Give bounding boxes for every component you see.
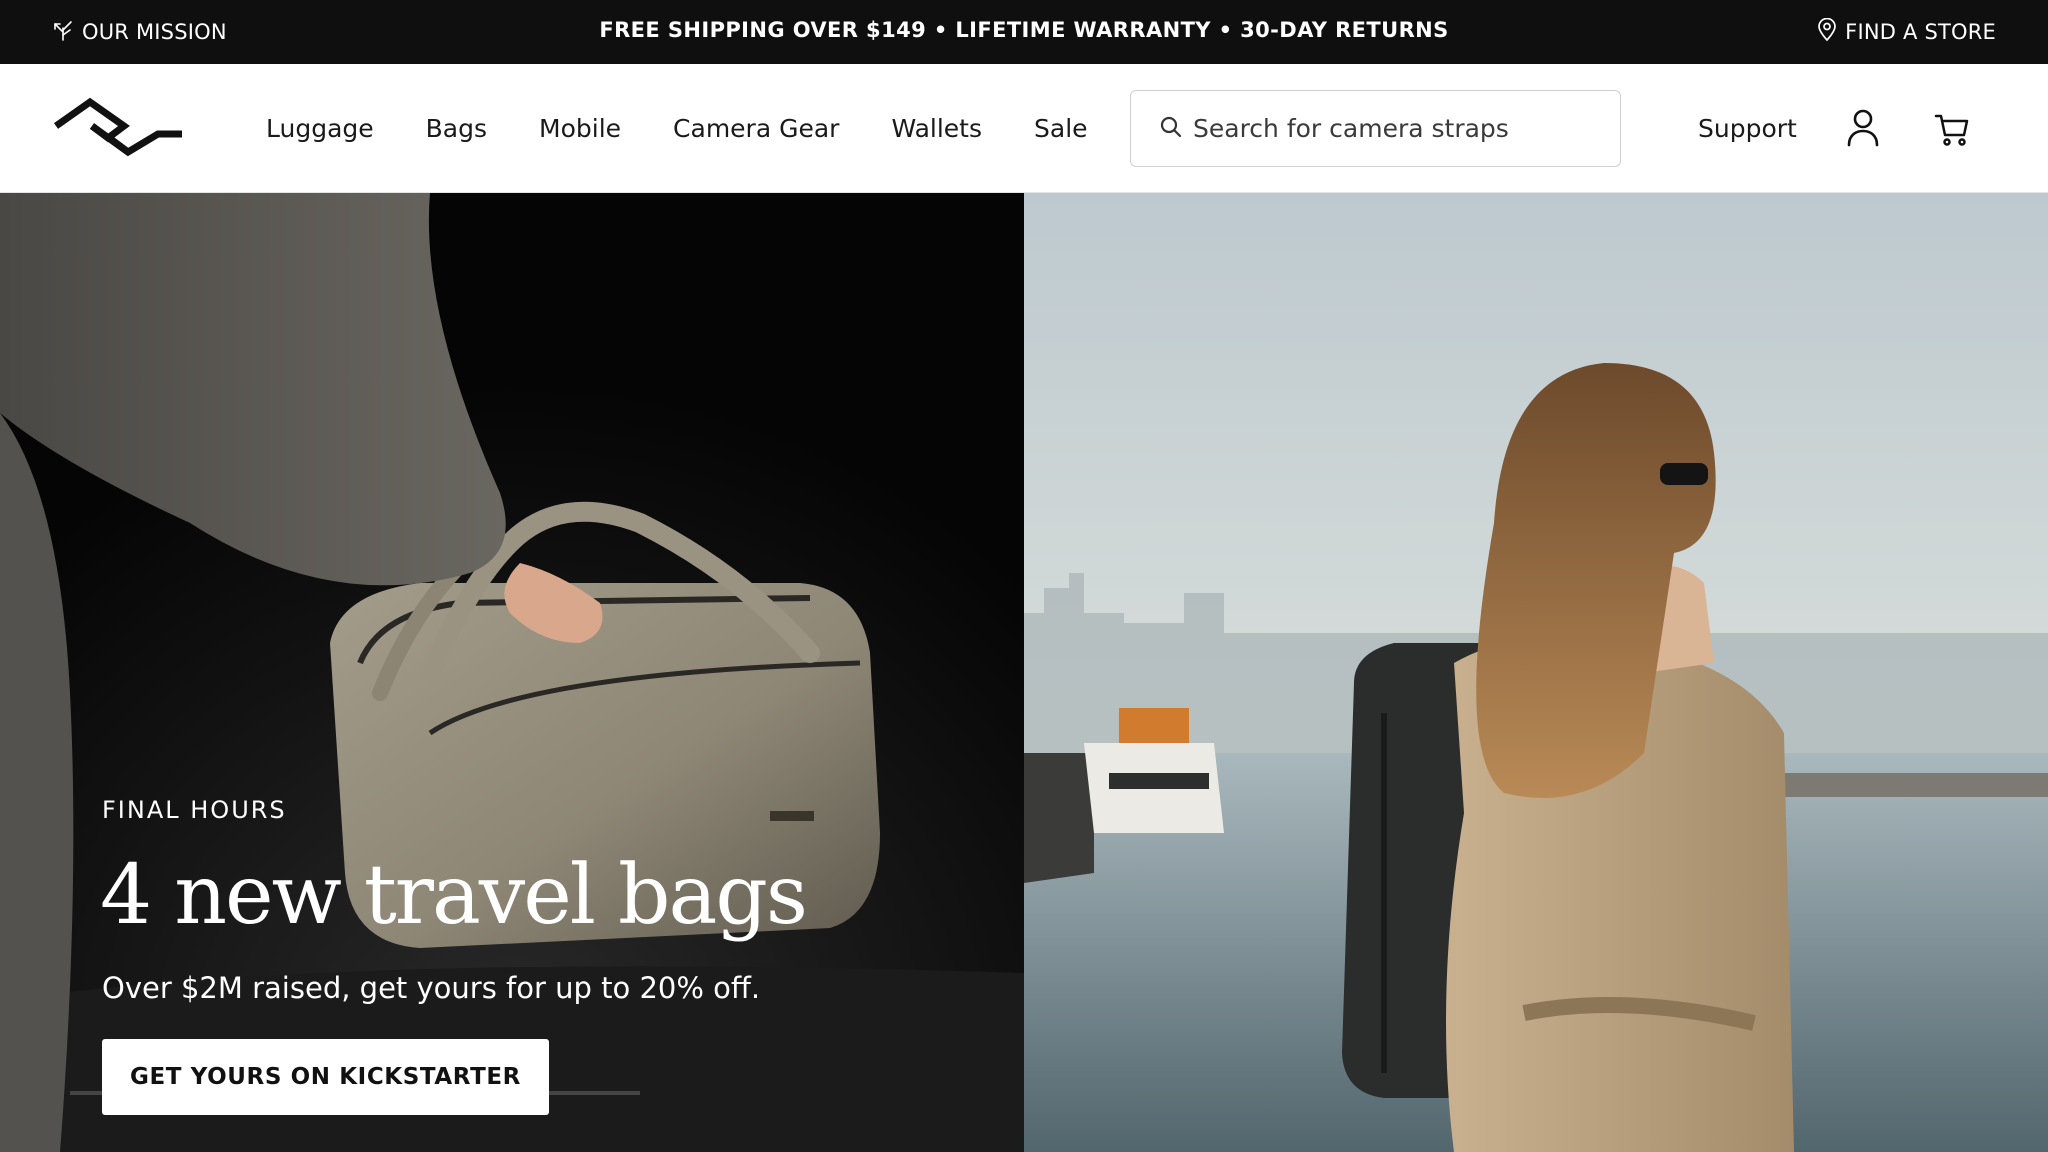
user-icon[interactable] [1846,109,1880,147]
nav-item-bags[interactable]: Bags [426,114,487,143]
hero-subline: Over $2M raised, get yours for up to 20%… [102,971,761,1005]
site-header: Luggage Bags Mobile Camera Gear Wallets … [0,64,2048,193]
kickstarter-cta-button[interactable]: GET YOURS ON KICKSTARTER [102,1039,549,1115]
hero-eyebrow: FINAL HOURS [102,796,287,824]
nav-item-mobile[interactable]: Mobile [539,114,621,143]
search-placeholder: Search for camera straps [1193,114,1509,143]
hero-headline: 4 new travel bags [100,848,808,943]
search-input[interactable]: Search for camera straps [1130,90,1621,167]
main-nav: Luggage Bags Mobile Camera Gear Wallets … [266,64,1140,193]
promo-text: FREE SHIPPING OVER $149 • LIFETIME WARRA… [599,18,1449,42]
nav-item-camera-gear[interactable]: Camera Gear [673,114,839,143]
find-a-store-link[interactable]: FIND A STORE [1817,0,1996,64]
nav-item-wallets[interactable]: Wallets [891,114,982,143]
peak-design-logo[interactable] [52,96,186,162]
cart-icon[interactable] [1934,111,1970,147]
hero-banner: FINAL HOURS 4 new travel bags Over $2M r… [0,193,2048,1152]
hero-image-woman-backpack [1024,193,2048,1152]
nav-item-luggage[interactable]: Luggage [266,114,374,143]
search-icon [1159,115,1183,143]
nav-item-sale[interactable]: Sale [1034,114,1088,143]
find-a-store-label: FIND A STORE [1845,20,1996,44]
map-pin-icon [1817,17,1837,47]
support-link[interactable]: Support [1698,64,1797,193]
hero-image-duffel-bag [0,193,1024,1152]
announcement-bar: OUR MISSION FREE SHIPPING OVER $149 • LI… [0,0,2048,64]
